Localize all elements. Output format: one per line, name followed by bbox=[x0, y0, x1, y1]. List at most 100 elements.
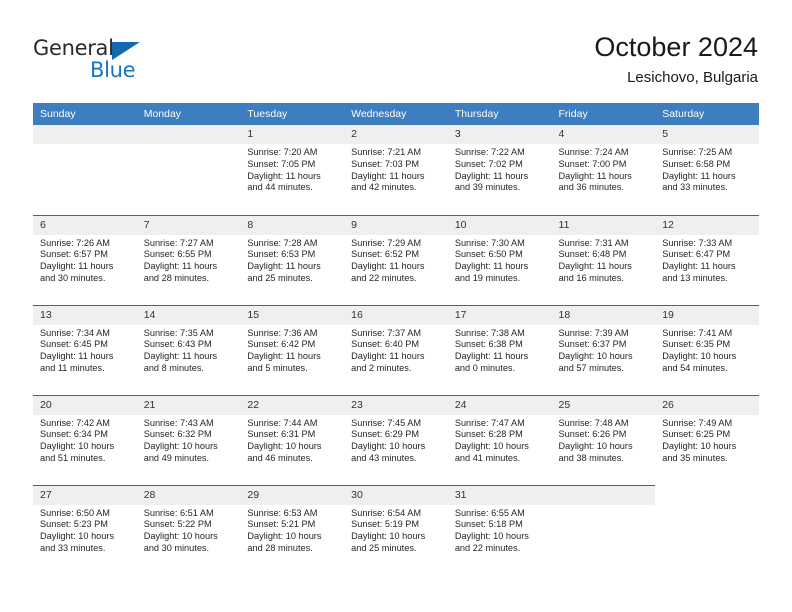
calendar-day-cell[interactable]: 27 Sunrise: 6:50 AM Sunset: 5:23 PM Dayligh… bbox=[33, 484, 137, 575]
sunrise-text: Sunrise: 7:24 AM bbox=[558, 147, 629, 157]
calendar-day-cell[interactable]: 9 Sunrise: 7:29 AM Sunset: 6:52 PM Daylight… bbox=[344, 214, 448, 305]
day-details: Sunrise: 7:36 AM Sunset: 6:42 PM Daylight:… bbox=[240, 325, 344, 375]
calendar-day-cell[interactable]: 14 Sunrise: 7:35 AM Sunset: 6:43 PM Dayligh… bbox=[136, 304, 241, 395]
day-number: 22 bbox=[240, 395, 345, 415]
title-block: October 2024 Lesichovo, Bulgaria bbox=[594, 31, 758, 88]
calendar-day-cell[interactable]: 5 Sunrise: 7:25 AM Sunset: 6:58 PM Daylight… bbox=[655, 125, 759, 215]
calendar-day-cell[interactable]: 17 Sunrise: 7:38 AM Sunset: 6:38 PM Dayligh… bbox=[447, 304, 552, 395]
day-details: Sunrise: 7:24 AM Sunset: 7:00 PM Daylight:… bbox=[552, 144, 656, 194]
day-number bbox=[551, 485, 656, 505]
day-details: Sunrise: 7:44 AM Sunset: 6:31 PM Daylight:… bbox=[240, 415, 344, 465]
calendar-day-cell[interactable]: 7 Sunrise: 7:27 AM Sunset: 6:55 PM Daylight… bbox=[136, 214, 241, 305]
day-details: Sunrise: 7:22 AM Sunset: 7:02 PM Daylight:… bbox=[448, 144, 552, 194]
day-number: 30 bbox=[344, 485, 448, 505]
calendar-day-cell[interactable]: 4 Sunrise: 7:24 AM Sunset: 7:00 PM Daylight… bbox=[551, 125, 656, 215]
sunset-text: Sunset: 5:23 PM bbox=[40, 519, 108, 530]
calendar-day-cell[interactable]: 12 Sunrise: 7:33 AM Sunset: 6:47 PM Dayligh… bbox=[655, 214, 759, 305]
daylight-text-line2: and 38 minutes. bbox=[558, 452, 624, 463]
sunset-text: Sunset: 5:18 PM bbox=[454, 519, 523, 530]
calendar-day-cell[interactable]: 10 Sunrise: 7:30 AM Sunset: 6:50 PM Dayligh… bbox=[447, 214, 552, 305]
day-number: 20 bbox=[33, 395, 137, 415]
calendar-day-cell[interactable]: 6 Sunrise: 7:26 AM Sunset: 6:57 PM Daylight… bbox=[33, 214, 137, 305]
day-number: 1 bbox=[240, 125, 345, 144]
day-number: 9 bbox=[344, 215, 448, 235]
daylight-text-line1: Daylight: 11 hours bbox=[40, 261, 114, 272]
sunrise-text: Sunrise: 6:51 AM bbox=[143, 507, 214, 518]
daylight-text-line1: Daylight: 11 hours bbox=[454, 351, 529, 362]
calendar-day-cell[interactable]: 23 Sunrise: 7:45 AM Sunset: 6:29 PM Dayligh… bbox=[344, 394, 448, 485]
sunrise-text: Sunrise: 7:38 AM bbox=[454, 327, 525, 338]
calendar-day-cell[interactable]: 26 Sunrise: 7:49 AM Sunset: 6:25 PM Dayligh… bbox=[655, 394, 759, 485]
day-details: Sunrise: 7:31 AM Sunset: 6:48 PM Daylight:… bbox=[552, 235, 656, 285]
day-number: 31 bbox=[447, 485, 552, 505]
daylight-text-line2: and 43 minutes. bbox=[351, 452, 417, 463]
sunset-text: Sunset: 6:58 PM bbox=[662, 158, 731, 169]
day-number: 28 bbox=[136, 485, 241, 505]
sunset-text: Sunset: 7:00 PM bbox=[558, 158, 627, 169]
daylight-text-line2: and 28 minutes. bbox=[143, 272, 210, 283]
calendar-page: General Blue October 2024 Lesichovo, Bul… bbox=[0, 0, 792, 612]
calendar-day-cell[interactable]: 31 Sunrise: 6:55 AM Sunset: 5:18 PM Dayligh… bbox=[447, 484, 552, 575]
day-details: Sunrise: 7:28 AM Sunset: 6:53 PM Daylight:… bbox=[240, 235, 344, 285]
calendar-day-cell[interactable]: 2 Sunrise: 7:21 AM Sunset: 7:03 PM Daylight… bbox=[344, 125, 448, 215]
calendar-day-cell[interactable]: 28 Sunrise: 6:51 AM Sunset: 5:22 PM Dayligh… bbox=[136, 484, 241, 575]
daylight-text-line1: Daylight: 10 hours bbox=[662, 351, 737, 362]
sunrise-text: Sunrise: 7:45 AM bbox=[351, 417, 422, 428]
calendar-day-cell[interactable]: 30 Sunrise: 6:54 AM Sunset: 5:19 PM Dayligh… bbox=[344, 484, 448, 575]
sunrise-text: Sunrise: 7:34 AM bbox=[40, 327, 110, 338]
sunrise-text: Sunrise: 7:49 AM bbox=[662, 417, 733, 428]
sunset-text: Sunset: 6:40 PM bbox=[351, 339, 420, 350]
sunset-text: Sunset: 6:47 PM bbox=[662, 249, 731, 260]
day-number: 8 bbox=[240, 215, 345, 235]
day-details: Sunrise: 7:42 AM Sunset: 6:34 PM Daylight:… bbox=[33, 415, 137, 465]
sunset-text: Sunset: 7:05 PM bbox=[247, 158, 316, 169]
daylight-text-line1: Daylight: 11 hours bbox=[662, 170, 736, 181]
daylight-text-line2: and 57 minutes. bbox=[558, 362, 624, 373]
sunset-text: Sunset: 6:52 PM bbox=[351, 249, 420, 260]
calendar-day-cell[interactable]: 22 Sunrise: 7:44 AM Sunset: 6:31 PM Dayligh… bbox=[240, 394, 345, 485]
calendar-day-cell[interactable]: 3 Sunrise: 7:22 AM Sunset: 7:02 PM Daylight… bbox=[447, 125, 552, 215]
daylight-text-line1: Daylight: 11 hours bbox=[247, 261, 321, 272]
daylight-text-line1: Daylight: 11 hours bbox=[454, 261, 529, 272]
day-number: 19 bbox=[655, 305, 759, 325]
calendar-day-cell[interactable]: 25 Sunrise: 7:48 AM Sunset: 6:26 PM Dayligh… bbox=[551, 394, 656, 485]
daylight-text-line2: and 28 minutes. bbox=[247, 542, 313, 553]
calendar-day-cell[interactable]: 1 Sunrise: 7:20 AM Sunset: 7:05 PM Daylight… bbox=[240, 125, 345, 215]
calendar-table: Sunday Monday Tuesday Wednesday Thursday… bbox=[33, 103, 759, 575]
daylight-text-line1: Daylight: 10 hours bbox=[351, 531, 426, 542]
calendar-day-cell[interactable]: 18 Sunrise: 7:39 AM Sunset: 6:37 PM Dayligh… bbox=[551, 304, 656, 395]
sunrise-text: Sunrise: 7:25 AM bbox=[662, 147, 733, 157]
sunset-text: Sunset: 5:21 PM bbox=[247, 519, 316, 530]
day-details: Sunrise: 7:33 AM Sunset: 6:47 PM Daylight:… bbox=[655, 235, 759, 285]
calendar-day-cell[interactable]: 15 Sunrise: 7:36 AM Sunset: 6:42 PM Dayligh… bbox=[240, 304, 345, 395]
day-details: Sunrise: 7:21 AM Sunset: 7:03 PM Daylight:… bbox=[344, 144, 448, 194]
daylight-text-line1: Daylight: 11 hours bbox=[143, 261, 218, 272]
calendar-day-cell[interactable]: 29 Sunrise: 6:53 AM Sunset: 5:21 PM Dayligh… bbox=[240, 484, 345, 575]
day-details: Sunrise: 7:20 AM Sunset: 7:05 PM Daylight:… bbox=[240, 144, 344, 194]
calendar-day-cell[interactable]: 8 Sunrise: 7:28 AM Sunset: 6:53 PM Daylight… bbox=[240, 214, 345, 305]
calendar-day-cell[interactable]: 11 Sunrise: 7:31 AM Sunset: 6:48 PM Dayligh… bbox=[551, 214, 656, 305]
general-blue-logo[interactable]: General Blue bbox=[33, 36, 203, 88]
calendar-day-cell[interactable]: 19 Sunrise: 7:41 AM Sunset: 6:35 PM Dayligh… bbox=[655, 304, 759, 395]
calendar-day-cell[interactable]: 16 Sunrise: 7:37 AM Sunset: 6:40 PM Dayligh… bbox=[344, 304, 448, 395]
calendar-day-cell[interactable]: 21 Sunrise: 7:43 AM Sunset: 6:32 PM Dayligh… bbox=[136, 394, 241, 485]
calendar-day-cell-empty bbox=[655, 485, 759, 575]
day-number: 5 bbox=[655, 125, 759, 144]
daylight-text-line1: Daylight: 10 hours bbox=[247, 441, 322, 452]
daylight-text-line2: and 25 minutes. bbox=[351, 542, 417, 553]
sunset-text: Sunset: 6:43 PM bbox=[143, 339, 212, 350]
calendar-day-cell[interactable]: 24 Sunrise: 7:47 AM Sunset: 6:28 PM Dayligh… bbox=[447, 394, 552, 485]
day-details: Sunrise: 7:48 AM Sunset: 6:26 PM Daylight:… bbox=[552, 415, 656, 465]
calendar-day-cell[interactable]: 13 Sunrise: 7:34 AM Sunset: 6:45 PM Dayligh… bbox=[33, 304, 137, 395]
daylight-text-line1: Daylight: 11 hours bbox=[351, 170, 425, 181]
day-details: Sunrise: 7:41 AM Sunset: 6:35 PM Daylight:… bbox=[655, 325, 759, 375]
daylight-text-line2: and 11 minutes. bbox=[40, 362, 105, 373]
daylight-text-line2: and 42 minutes. bbox=[351, 182, 417, 193]
day-number: 2 bbox=[344, 125, 448, 144]
day-details: Sunrise: 6:50 AM Sunset: 5:23 PM Daylight:… bbox=[33, 505, 137, 555]
sunset-text: Sunset: 6:31 PM bbox=[247, 429, 316, 440]
daylight-text-line1: Daylight: 11 hours bbox=[247, 170, 321, 181]
daylight-text-line1: Daylight: 10 hours bbox=[454, 531, 529, 542]
weekday-header-saturday: Saturday bbox=[655, 103, 759, 125]
calendar-day-cell[interactable]: 20 Sunrise: 7:42 AM Sunset: 6:34 PM Dayligh… bbox=[33, 394, 137, 485]
